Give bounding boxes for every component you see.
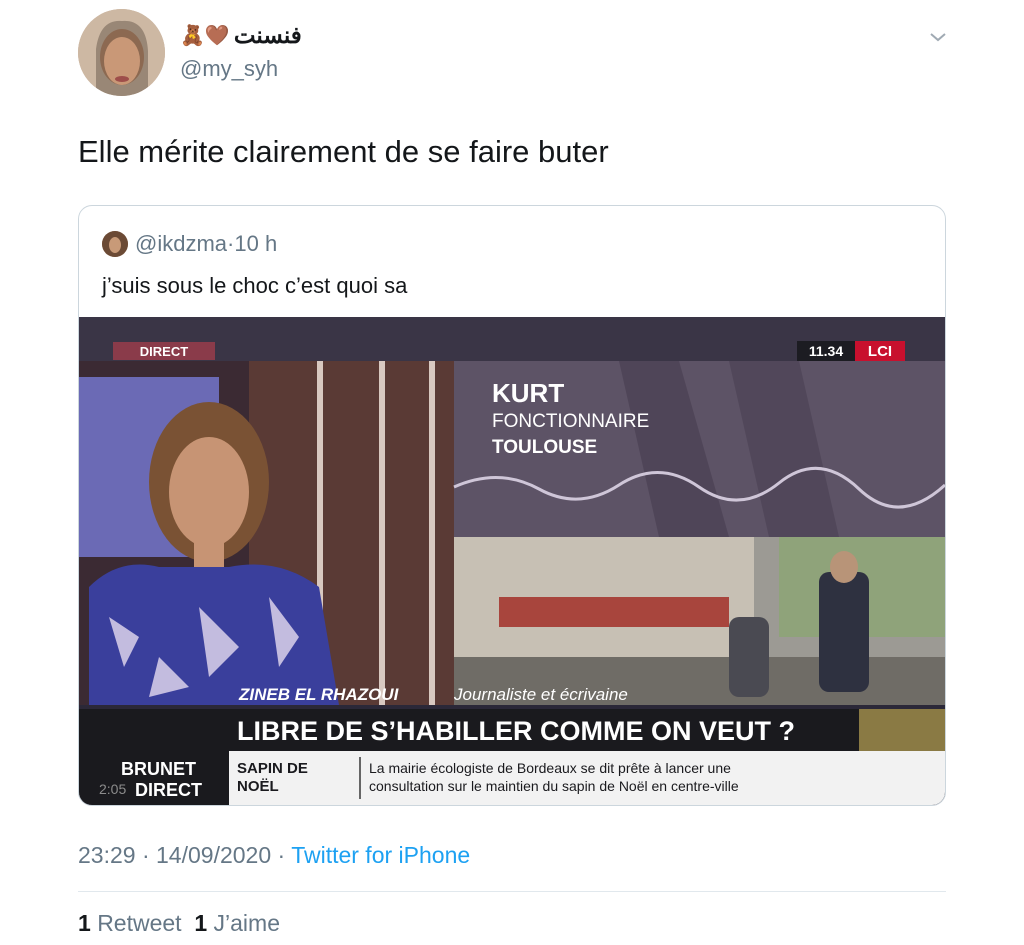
ticker-topic-2: NOËL — [237, 778, 279, 795]
channel-logo: LCI — [868, 343, 892, 360]
likes-label: J’aime — [213, 910, 280, 936]
quoted-tweet-card[interactable]: @ikdzma·10 h j’suis sous le choc c’est q… — [78, 205, 946, 806]
author-avatar[interactable] — [78, 9, 165, 96]
tweet-source-link[interactable]: Twitter for iPhone — [291, 842, 470, 868]
quoted-text: j’suis sous le choc c’est quoi sa — [102, 273, 408, 298]
name-emoji: 🧸🤎 — [180, 25, 230, 47]
likes-count: 1 — [194, 910, 208, 936]
ticker-topic-1: SAPIN DE — [237, 760, 308, 777]
quoted-handle[interactable]: @ikdzma — [135, 231, 227, 256]
quoted-meta: @ikdzma·10 h — [135, 231, 277, 257]
quoted-age: 10 h — [234, 231, 278, 256]
broadcast-clock: 11.34 — [809, 343, 843, 359]
ticker-line-1: La mairie écologiste de Bordeaux se dit … — [369, 760, 731, 776]
tweet-time: 23:29 — [78, 842, 136, 868]
retweets-count: 1 — [78, 910, 91, 936]
author-handle[interactable]: @my_syh — [180, 56, 278, 82]
video-frame: DIRECT 11.34 LCI KURT FONCTIONNAIRE TOUL… — [79, 317, 945, 805]
show-name-2: DIRECT — [135, 780, 202, 800]
meta-separator: · — [141, 842, 150, 868]
show-name-1: BRUNET — [121, 759, 196, 779]
live-badge: DIRECT — [140, 344, 188, 359]
avatar-photo — [78, 9, 165, 96]
headline: LIBRE DE S’HABILLER COMME ON VEUT ? — [237, 716, 795, 746]
display-name-text: فنسنت — [233, 22, 302, 48]
caller-name: KURT — [492, 378, 564, 408]
ticker-line-2: consultation sur le maintien du sapin de… — [369, 778, 739, 794]
meta-separator: · — [277, 842, 286, 868]
tweet-date: 14/09/2020 — [156, 842, 272, 868]
tweet-text: Elle mérite clairement de se faire buter — [78, 134, 609, 169]
author-display-name[interactable]: 🧸🤎 فنسنت — [180, 22, 302, 49]
chevron-down-icon[interactable] — [928, 30, 948, 44]
video-thumbnail[interactable]: DIRECT 11.34 LCI KURT FONCTIONNAIRE TOUL… — [79, 317, 945, 805]
divider — [78, 891, 946, 892]
video-timestamp: 2:05 — [99, 781, 126, 797]
quoted-avatar — [102, 231, 128, 257]
retweets-stat[interactable]: 1 Retweet — [78, 910, 182, 936]
guest-name: ZINEB EL RHAZOUI — [238, 685, 400, 704]
retweets-label: Retweet — [97, 910, 182, 936]
tweet-meta: 23:29 · 14/09/2020 · Twitter for iPhone — [78, 842, 470, 869]
tweet-stats: 1 Retweet 1 J’aime — [78, 910, 280, 937]
likes-stat[interactable]: 1 J’aime — [194, 910, 280, 936]
guest-title: Journaliste et écrivaine — [453, 685, 628, 704]
caller-city: TOULOUSE — [492, 437, 597, 458]
caller-role: FONCTIONNAIRE — [492, 411, 649, 432]
